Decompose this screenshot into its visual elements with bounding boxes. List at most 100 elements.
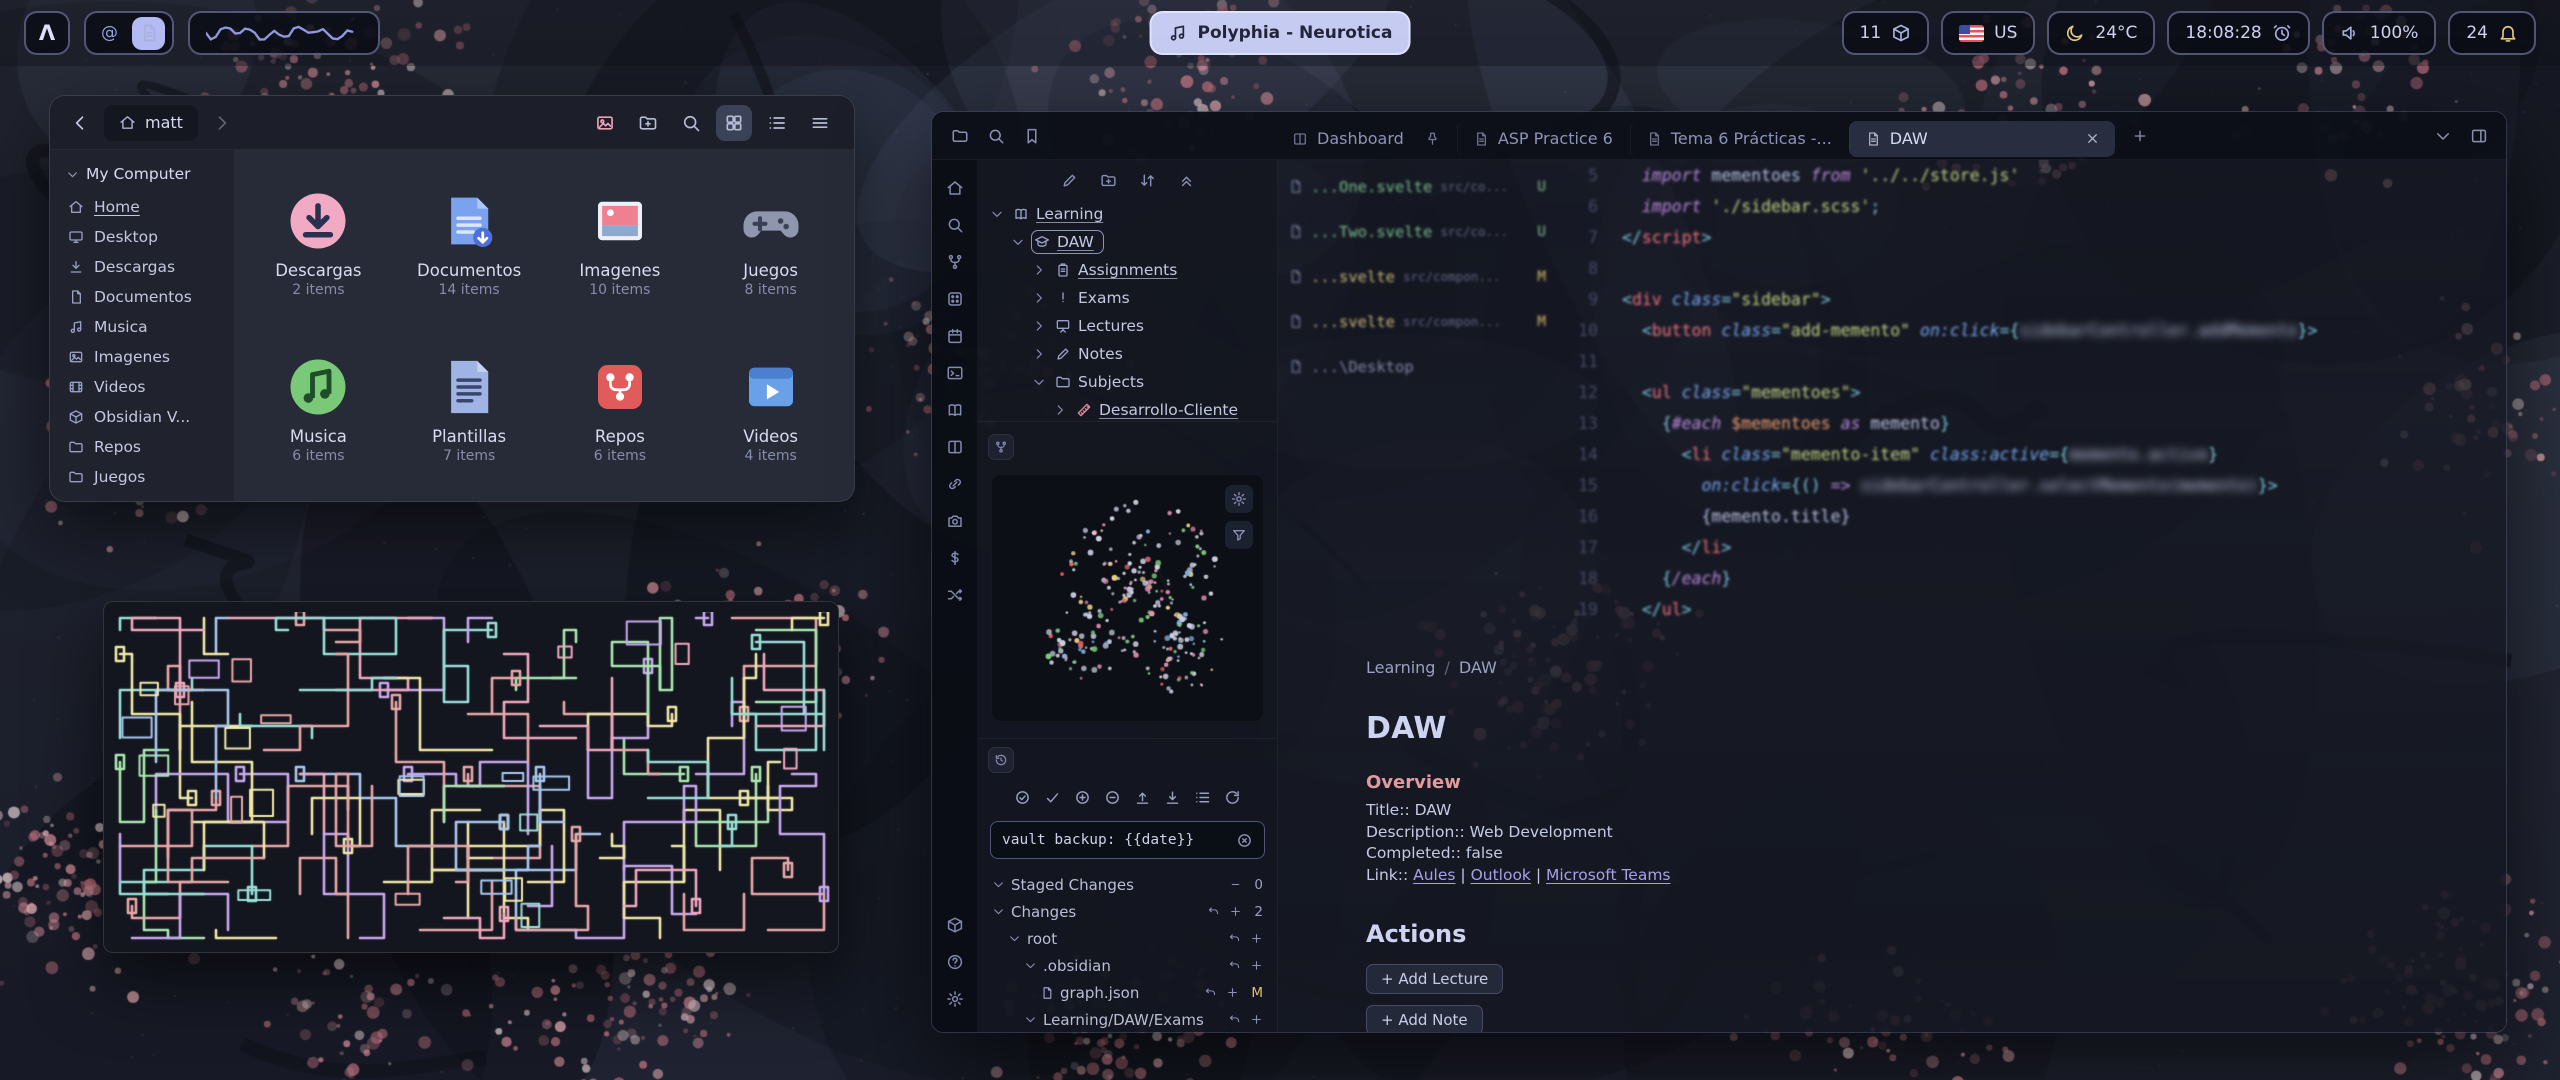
git-row-staged-changes[interactable]: Staged Changes0 (990, 871, 1265, 898)
breadcrumb-part[interactable]: DAW (1459, 658, 1497, 677)
back-button[interactable] (66, 109, 94, 137)
tree-item-notes[interactable]: Notes (984, 340, 1271, 368)
undo-icon[interactable] (1228, 959, 1241, 972)
undo-icon[interactable] (1204, 986, 1217, 999)
folder-plus-button[interactable] (630, 105, 666, 141)
folder-repos[interactable]: Repos6 items (545, 326, 696, 492)
add-lecture-button[interactable]: + Add Lecture (1366, 964, 1503, 994)
file-manager-toolbar[interactable]: matt (50, 96, 854, 150)
tree-item-learning[interactable]: Learning (984, 200, 1271, 228)
plus-icon[interactable] (1229, 905, 1242, 918)
fm-sidebar-item-descargas[interactable]: Descargas (58, 252, 226, 282)
ribbon-home-icon[interactable] (939, 172, 971, 204)
folder-plantillas[interactable]: Plantillas7 items (394, 326, 545, 492)
weather-widget[interactable]: 24°C (2047, 11, 2155, 55)
ribbon-book-icon[interactable] (939, 394, 971, 426)
undo-icon[interactable] (1207, 905, 1220, 918)
git-panel-handle[interactable] (988, 747, 1014, 773)
clock-widget[interactable]: 18:08:28 (2167, 11, 2309, 55)
list-button[interactable] (1194, 789, 1211, 806)
git-commit-input[interactable] (990, 821, 1265, 859)
graph-panel-handle[interactable] (988, 434, 1014, 460)
fm-sidebar-item-desktop[interactable]: Desktop (58, 222, 226, 252)
menu-button[interactable] (802, 105, 838, 141)
tab-dashboard[interactable]: Dashboard (1277, 121, 1455, 157)
fm-sidebar-item-videos[interactable]: Videos (58, 372, 226, 402)
folder-imagenes[interactable]: Imagenes10 items (545, 160, 696, 326)
list-button[interactable] (759, 105, 795, 141)
ribbon-fork-icon[interactable] (939, 246, 971, 278)
breadcrumb[interactable]: matt (104, 105, 198, 141)
upload-button[interactable] (1134, 789, 1151, 806)
volume-widget[interactable]: 100% (2322, 11, 2437, 55)
ribbon-dollar-icon[interactable] (939, 542, 971, 574)
folder-plus-button[interactable] (1100, 172, 1117, 189)
close-icon[interactable] (2085, 131, 2100, 146)
ribbon-terminal-icon[interactable] (939, 357, 971, 389)
keyboard-layout-widget[interactable]: US (1941, 11, 2035, 55)
minus-icon[interactable] (1229, 878, 1242, 891)
ribbon-search-icon[interactable] (939, 209, 971, 241)
plus-icon[interactable] (1250, 932, 1263, 945)
tree-item-desarrollo-cliente[interactable]: Desarrollo-Cliente (984, 396, 1271, 422)
ribbon-gear-icon[interactable] (939, 983, 971, 1015)
fm-sidebar-item-documentos[interactable]: Documentos (58, 282, 226, 312)
ribbon-dice-icon[interactable] (939, 283, 971, 315)
ribbon-shuffle-icon[interactable] (939, 579, 971, 611)
undo-icon[interactable] (1228, 932, 1241, 945)
ribbon-help-icon[interactable] (939, 946, 971, 978)
add-note-button[interactable]: + Add Note (1366, 1005, 1483, 1032)
undo-icon[interactable] (1228, 1013, 1241, 1026)
ribbon-unlink-icon[interactable] (939, 468, 971, 500)
circle-check-button[interactable] (1014, 789, 1031, 806)
collapse-button[interactable] (1178, 172, 1195, 189)
git-row-learning-daw-exams[interactable]: Learning/DAW/Exams (990, 1006, 1265, 1032)
tree-item-assignments[interactable]: Assignments (984, 256, 1271, 284)
search-button[interactable] (673, 105, 709, 141)
link-aules[interactable]: Aules (1413, 866, 1455, 884)
breadcrumb-part[interactable]: Learning (1366, 658, 1435, 677)
fm-sidebar-item-imagenes[interactable]: Imagenes (58, 342, 226, 372)
tab-asp-practice-6[interactable]: ASP Practice 6 (1457, 121, 1628, 157)
note-breadcrumb[interactable]: Learning/DAW (1366, 658, 2416, 677)
fm-sidebar-item-home[interactable]: Home (58, 192, 226, 222)
search-button[interactable] (980, 120, 1012, 152)
tree-item-exams[interactable]: Exams (984, 284, 1271, 312)
grid-button[interactable] (716, 105, 752, 141)
folder-descargas[interactable]: Descargas2 items (243, 160, 394, 326)
fm-sidebar-item-musica[interactable]: Musica (58, 312, 226, 342)
plus-icon[interactable] (1250, 1013, 1263, 1026)
plus-icon[interactable] (1226, 986, 1239, 999)
fm-sidebar-item-obsidian-v[interactable]: Obsidian V... (58, 402, 226, 432)
layout-button[interactable] (2464, 121, 2494, 151)
plus-icon[interactable] (1250, 959, 1263, 972)
workspace-2-button[interactable] (132, 17, 165, 50)
graph-filter-button[interactable] (1225, 521, 1253, 549)
ribbon-box-icon[interactable] (939, 909, 971, 941)
graph-view[interactable] (991, 474, 1264, 722)
pencil-button[interactable] (1061, 172, 1078, 189)
link-microsoft-teams[interactable]: Microsoft Teams (1546, 866, 1671, 884)
git-row-obsidian[interactable]: .obsidian (990, 952, 1265, 979)
clear-icon[interactable] (1236, 832, 1253, 849)
circle-plus-button[interactable] (1074, 789, 1091, 806)
link-outlook[interactable]: Outlook (1471, 866, 1531, 884)
fm-sidebar-header[interactable]: My Computer (58, 160, 226, 192)
refresh-button[interactable] (1224, 789, 1241, 806)
tree-item-subjects[interactable]: Subjects (984, 368, 1271, 396)
tab-daw[interactable]: DAW (1849, 121, 2115, 157)
ribbon-camera-icon[interactable] (939, 505, 971, 537)
git-row-graph-json[interactable]: graph.jsonM (990, 979, 1265, 1006)
fm-sidebar-item-juegos[interactable]: Juegos (58, 462, 226, 492)
tree-item-daw[interactable]: DAW (984, 228, 1271, 256)
tray-down-button[interactable] (1164, 789, 1181, 806)
tab-tema-6-pr-cticas[interactable]: Tema 6 Prácticas -... (1630, 121, 1847, 157)
workspace-1-button[interactable]: @ (93, 17, 126, 50)
circle-minus-button[interactable] (1104, 789, 1121, 806)
now-playing-widget[interactable]: Polyphia - Neurotica (1150, 11, 1411, 55)
ribbon-calendar-icon[interactable] (939, 320, 971, 352)
notifications-widget[interactable]: 24 (2448, 11, 2536, 55)
new-tab-button[interactable] (2125, 121, 2155, 151)
image-button[interactable] (587, 105, 623, 141)
fm-sidebar-item-repos[interactable]: Repos (58, 432, 226, 462)
